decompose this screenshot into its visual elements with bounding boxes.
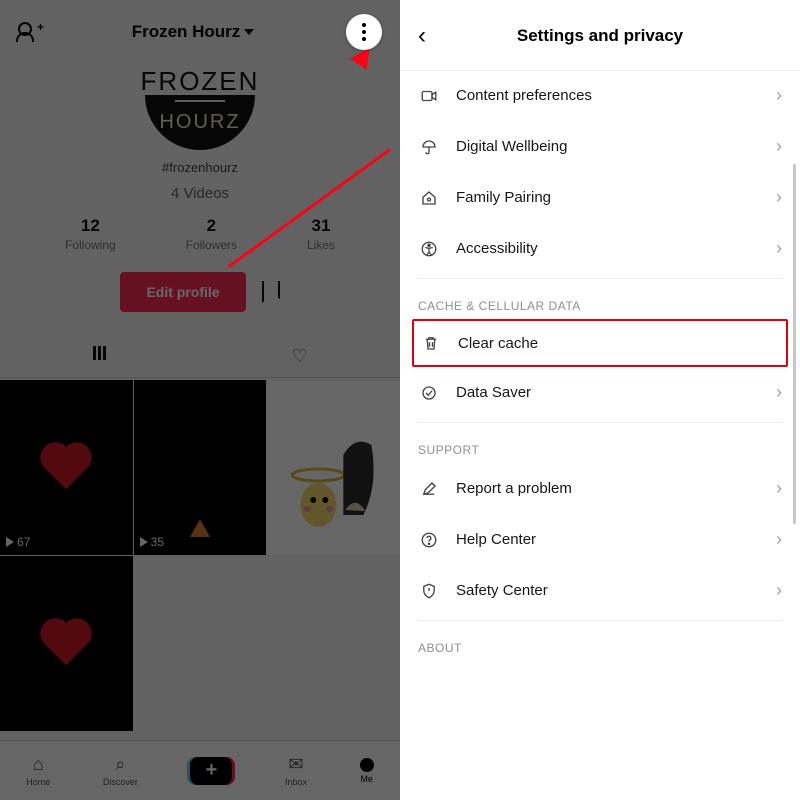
bottom-nav: ⌂Home ⌕Discover + ✉Inbox Me — [0, 740, 400, 800]
row-content-preferences[interactable]: Content preferences › — [418, 70, 782, 121]
scroll-indicator[interactable] — [793, 164, 796, 524]
home-icon: ⌂ — [33, 754, 44, 775]
profile-name-label: Frozen Hourz — [132, 22, 241, 42]
stat-likes[interactable]: 31 Likes — [307, 216, 335, 252]
umbrella-icon — [418, 138, 440, 156]
tab-grid[interactable] — [92, 336, 107, 377]
person-icon — [360, 758, 374, 772]
trash-icon — [420, 334, 442, 352]
tab-liked[interactable]: ♡ — [292, 336, 308, 377]
row-digital-wellbeing[interactable]: Digital Wellbeing › — [418, 121, 782, 172]
more-options-button[interactable] — [346, 14, 382, 50]
character-illustration — [267, 415, 400, 555]
row-family-pairing[interactable]: Family Pairing › — [418, 172, 782, 223]
chevron-right-icon: › — [776, 529, 782, 550]
home-icon — [418, 189, 440, 207]
nav-home[interactable]: ⌂Home — [26, 754, 50, 787]
chevron-right-icon: › — [776, 187, 782, 208]
video-grid: 67 35 — [0, 380, 400, 731]
video-icon — [418, 87, 440, 105]
shield-icon — [418, 582, 440, 600]
chevron-right-icon: › — [776, 136, 782, 157]
chevron-right-icon: › — [776, 382, 782, 403]
row-accessibility[interactable]: Accessibility › — [418, 223, 782, 274]
stat-following[interactable]: 12 Following — [65, 216, 116, 252]
nav-discover[interactable]: ⌕Discover — [103, 754, 138, 787]
add-friend-icon[interactable]: + — [18, 22, 40, 42]
row-clear-cache[interactable]: Clear cache — [414, 321, 786, 365]
stats-row: 12 Following 2 Followers 31 Likes — [0, 202, 400, 252]
profile-logo-bottom: HOURZ — [159, 111, 240, 134]
row-data-saver[interactable]: Data Saver › — [418, 367, 782, 418]
search-icon: ⌕ — [115, 754, 125, 775]
profile-logo-top: FROZEN — [141, 66, 260, 97]
settings-panel: ‹ Settings and privacy Content preferenc… — [400, 0, 800, 800]
heart-icon — [45, 622, 87, 664]
accessibility-icon — [418, 240, 440, 258]
play-icon — [6, 537, 14, 547]
data-saver-icon — [418, 384, 440, 402]
edit-profile-button[interactable]: Edit profile — [120, 272, 245, 312]
inbox-icon: ✉ — [289, 754, 304, 775]
fire-icon — [190, 519, 210, 537]
back-button[interactable]: ‹ — [418, 22, 426, 50]
play-count: 35 — [151, 535, 164, 549]
grid-icon — [92, 346, 107, 365]
nav-create-button[interactable]: + — [190, 757, 232, 785]
three-dots-icon — [362, 23, 366, 41]
profile-handle: #frozenhourz — [162, 160, 238, 175]
settings-title: Settings and privacy — [517, 26, 683, 46]
settings-header: ‹ Settings and privacy — [400, 0, 800, 71]
nav-me[interactable]: Me — [360, 758, 374, 784]
section-support-title: SUPPORT — [418, 423, 782, 463]
help-icon — [418, 531, 440, 549]
profile-screen: + Frozen Hourz FROZEN HOURZ #frozenhourz… — [0, 0, 400, 800]
nav-inbox[interactable]: ✉Inbox — [285, 754, 307, 787]
video-thumb[interactable]: 35 — [134, 380, 267, 555]
row-safety-center[interactable]: Safety Center › — [418, 565, 782, 616]
videos-count-label: 4 Videos — [171, 185, 229, 202]
profile-name-dropdown[interactable]: Frozen Hourz — [132, 22, 255, 42]
profile-logo-bowl: HOURZ — [145, 95, 255, 150]
play-count: 67 — [17, 535, 30, 549]
section-cache-title: CACHE & CELLULAR DATA — [418, 279, 782, 319]
pencil-icon — [418, 480, 440, 498]
video-thumb[interactable] — [267, 380, 400, 555]
play-icon — [140, 537, 148, 547]
video-thumb[interactable] — [0, 556, 133, 731]
heart-icon — [45, 446, 87, 488]
row-help-center[interactable]: Help Center › — [418, 514, 782, 565]
section-about-title: ABOUT — [418, 621, 782, 661]
row-report-problem[interactable]: Report a problem › — [418, 463, 782, 514]
chevron-right-icon: › — [776, 478, 782, 499]
chevron-right-icon: › — [776, 85, 782, 106]
video-thumb[interactable]: 67 — [0, 380, 133, 555]
caret-down-icon — [244, 29, 254, 35]
bookmark-icon[interactable] — [262, 281, 280, 303]
stat-followers[interactable]: 2 Followers — [186, 216, 237, 252]
chevron-right-icon: › — [776, 580, 782, 601]
chevron-right-icon: › — [776, 238, 782, 259]
highlight-clear-cache: Clear cache — [412, 319, 788, 367]
